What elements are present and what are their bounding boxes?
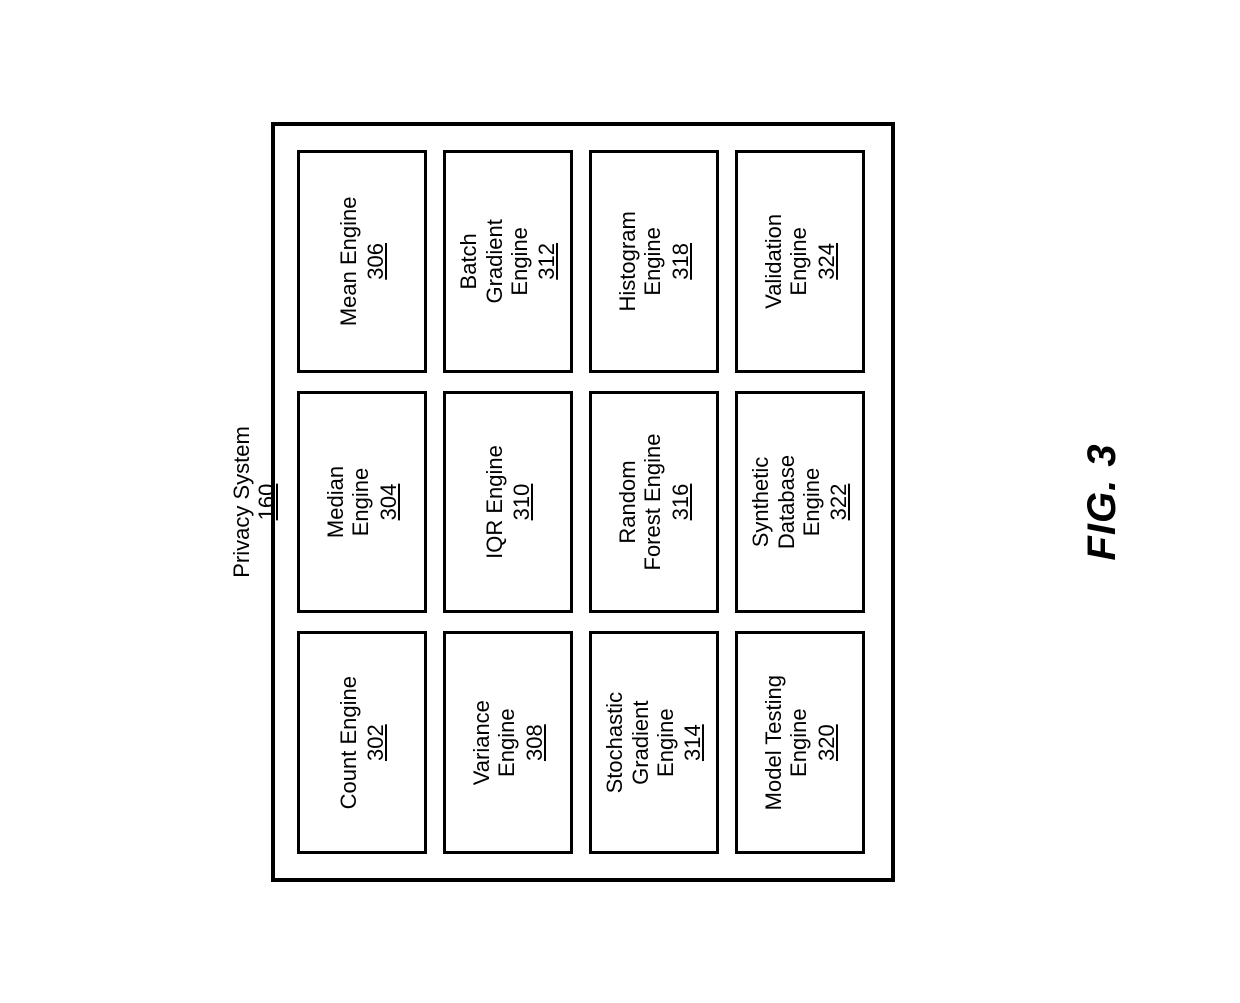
engine-ref-number: 312 <box>534 242 559 279</box>
engine-label: IQR Engine <box>482 445 507 559</box>
system-title: Privacy System 160 <box>229 426 280 578</box>
engine-label: Synthetic Database Engine <box>748 454 824 548</box>
engine-label: Random Forest Engine <box>615 433 666 570</box>
privacy-system-box: Privacy System 160 Count Engine 302 Medi… <box>271 122 895 882</box>
diagram-canvas: Privacy System 160 Count Engine 302 Medi… <box>225 122 1015 882</box>
engine-random-forest: Random Forest Engine 316 <box>589 390 719 613</box>
engine-batch-gradient: Batch Gradient Engine 312 <box>443 150 573 373</box>
engine-ref-number: 324 <box>814 242 839 279</box>
engine-ref-number: 316 <box>668 483 693 520</box>
engine-model-testing: Model Testing Engine 320 <box>735 631 865 854</box>
engine-label: Validation Engine <box>761 213 812 308</box>
engine-ref-number: 322 <box>826 483 851 520</box>
engine-ref-number: 314 <box>680 724 705 761</box>
engine-stochastic-gradient: Stochastic Gradient Engine 314 <box>589 631 719 854</box>
engine-label: Median Engine <box>323 465 374 537</box>
engine-histogram: Histogram Engine 318 <box>589 150 719 373</box>
engine-ref-number: 318 <box>668 242 693 279</box>
system-title-text: Privacy System <box>229 426 254 578</box>
engine-label: Count Engine <box>336 676 361 809</box>
engine-count: Count Engine 302 <box>297 631 427 854</box>
figure-caption: FIG. 3 <box>1080 443 1125 560</box>
engine-label: Variance Engine <box>469 700 520 785</box>
engine-label: Histogram Engine <box>615 211 666 311</box>
engine-ref-number: 304 <box>376 483 401 520</box>
engine-ref-number: 302 <box>363 724 388 761</box>
engine-label: Mean Engine <box>336 196 361 326</box>
engine-label: Stochastic Gradient Engine <box>602 691 678 793</box>
engine-ref-number: 320 <box>814 724 839 761</box>
engine-synthetic-database: Synthetic Database Engine 322 <box>735 390 865 613</box>
engine-ref-number: 306 <box>363 242 388 279</box>
figure-wrap: Privacy System 160 Count Engine 302 Medi… <box>225 122 1015 882</box>
engine-ref-number: 310 <box>509 483 534 520</box>
engine-validation: Validation Engine 324 <box>735 150 865 373</box>
engine-median: Median Engine 304 <box>297 390 427 613</box>
engine-mean: Mean Engine 306 <box>297 150 427 373</box>
engine-grid: Count Engine 302 Median Engine 304 Mean … <box>297 150 865 854</box>
engine-label: Model Testing Engine <box>761 675 812 810</box>
engine-variance: Variance Engine 308 <box>443 631 573 854</box>
engine-iqr: IQR Engine 310 <box>443 390 573 613</box>
engine-label: Batch Gradient Engine <box>456 219 532 303</box>
engine-ref-number: 308 <box>522 724 547 761</box>
system-ref-number: 160 <box>254 426 279 578</box>
